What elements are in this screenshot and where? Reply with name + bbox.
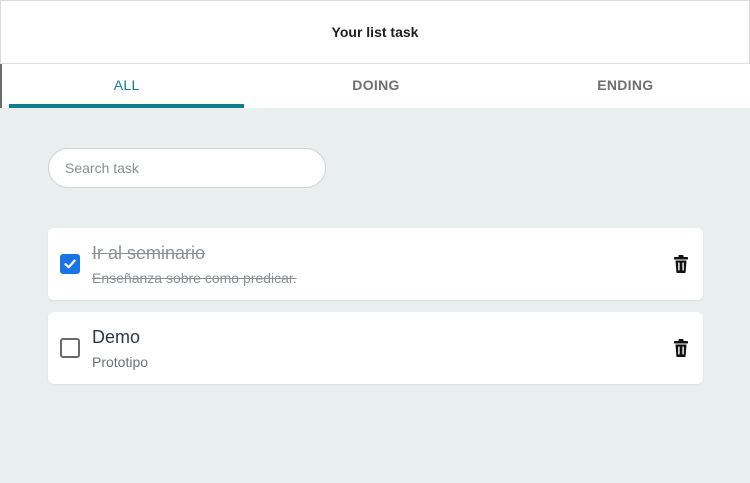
page-title: Your list task — [331, 24, 419, 40]
tab-doing[interactable]: DOING — [251, 64, 500, 108]
app-header: Your list task — [0, 0, 750, 64]
app-root: Your list task ALL DOING ENDING Ir al se… — [0, 0, 750, 483]
task-list-area: Ir al seminario Enseñanza sobre como pre… — [0, 108, 750, 483]
tab-doing-label: DOING — [352, 77, 400, 93]
trash-icon[interactable] — [673, 254, 689, 274]
task-item: Ir al seminario Enseñanza sobre como pre… — [48, 228, 703, 300]
task-description: Enseñanza sobre como predicar. — [92, 270, 297, 286]
task-description: Prototipo — [92, 354, 149, 370]
tab-ending[interactable]: ENDING — [501, 64, 750, 108]
search-box — [48, 148, 326, 188]
search-input[interactable] — [49, 149, 325, 187]
checkmark-icon — [64, 259, 76, 269]
task-title: Ir al seminario — [92, 243, 206, 263]
trash-icon[interactable] — [673, 338, 689, 358]
task-checkbox[interactable] — [60, 338, 80, 358]
task-checkbox[interactable] — [60, 254, 80, 274]
tab-bar: ALL DOING ENDING — [0, 64, 750, 108]
task-item: Demo Prototipo — [48, 312, 703, 384]
task-title: Demo — [92, 327, 141, 347]
tab-all-label: ALL — [113, 77, 140, 93]
tab-ending-label: ENDING — [597, 77, 654, 93]
tab-all[interactable]: ALL — [2, 64, 251, 108]
